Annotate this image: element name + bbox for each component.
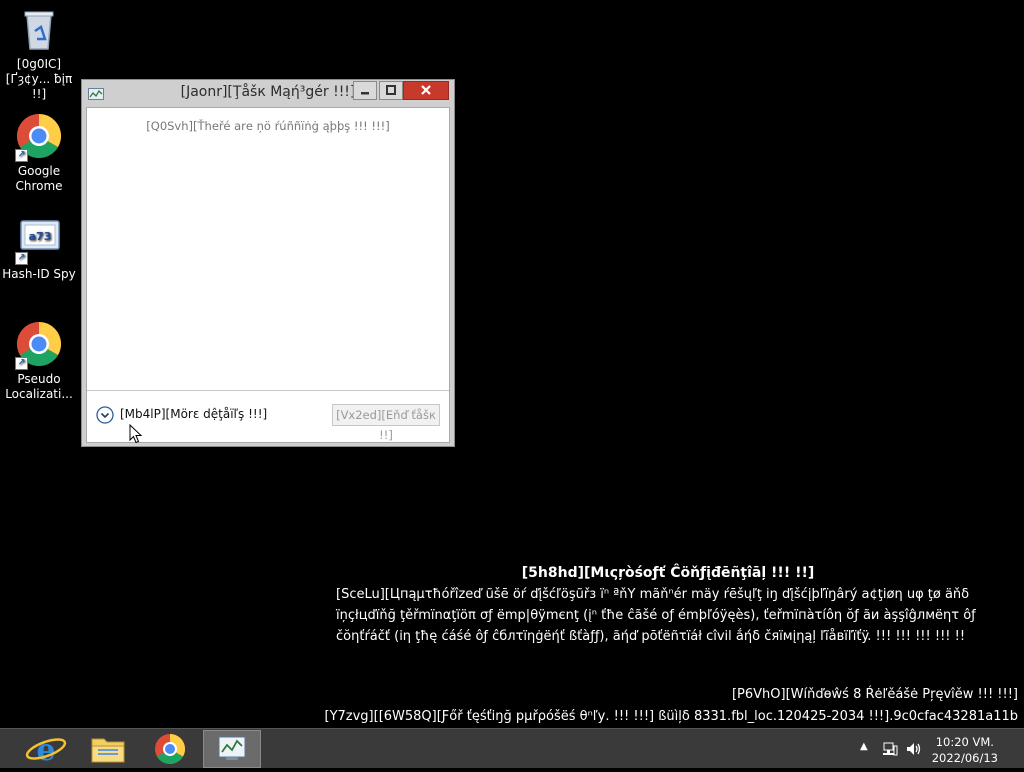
shortcut-arrow-icon: ↗	[15, 149, 28, 162]
taskbar-clock[interactable]: 10:20 VM. 2022/06/13	[932, 734, 998, 766]
chrome-icon: ↗	[15, 320, 63, 370]
taskbar-task-manager[interactable]	[203, 730, 261, 768]
show-hidden-icons-icon[interactable]: ▲	[860, 741, 868, 752]
more-details-toggle[interactable]	[96, 406, 114, 424]
hash-id-spy-icon: a73 ↗	[15, 215, 63, 265]
task-manager-window: [Jaonr][Ţåšк Mąή³gér !!!] [Q0Svh][Ťhеřé …	[81, 79, 455, 447]
minimize-icon	[361, 92, 369, 95]
chrome-icon: ↗	[15, 112, 63, 162]
maximize-icon	[386, 85, 396, 95]
end-task-button[interactable]: [Vx2ed][Eňď ťåšк !!]	[332, 404, 440, 442]
mouse-cursor-icon	[129, 423, 143, 448]
volume-icon[interactable]	[905, 741, 923, 760]
more-details-link[interactable]: [Mb4lP][Mörε dệţåïľş !!!]	[120, 407, 267, 421]
taskbar-chrome[interactable]	[141, 730, 199, 768]
taskbar-internet-explorer[interactable]: e	[17, 730, 75, 768]
watermark-build-name: [P6VhO][Wíňďөŵś 8 Ŕėľěášė Pŗęvîěw !!! !!…	[731, 687, 1018, 702]
desktop-icon-hash-id-spy[interactable]: a73 ↗ Hash-ID Spy	[0, 215, 78, 282]
folder-icon	[91, 738, 125, 763]
task-manager-icon	[218, 736, 246, 760]
taskbar-file-explorer[interactable]	[79, 730, 137, 768]
shortcut-arrow-icon: ↗	[15, 357, 28, 370]
ie-icon: e	[25, 733, 67, 768]
recycle-bin-icon	[15, 5, 63, 53]
chevron-down-icon	[96, 406, 114, 424]
desktop-icon-pseudo-localization[interactable]: ↗ Pseudo Localizati...	[0, 320, 78, 402]
title-bar[interactable]: [Jaonr][Ţåšк Mąή³gér !!!]	[82, 80, 454, 107]
notification-area: ▲	[855, 729, 935, 769]
watermark-build-string: [Y7zvg][[6W58Q][Ƒőř ťęśťiŋğ pμřρόšëś θⁿľ…	[324, 709, 1019, 724]
watermark-confidential-notice: [SceLu][Цпąμτħóřîzeď ũšē öŕ ďįšćľöşũřз ï…	[336, 587, 976, 644]
desktop-icon-label: [0g0IC][Ґȝ¢у... ƀįπ !!]	[5, 57, 73, 101]
clock-time: 10:20 VM.	[935, 735, 994, 749]
empty-apps-message: [Q0Svh][Ťhеřé arе ņö ŕúññïṅġ ąþþş !!! !!…	[146, 119, 390, 133]
desktop-icon-label: Pseudo Localizati...	[5, 372, 73, 401]
watermark-heading: [5h8hd][Μιςŗòśοƒť Ĉöňƒįđēñţîāļ !!! !!]	[521, 565, 815, 581]
close-button[interactable]	[403, 81, 449, 100]
desktop-icon-label: Hash-ID Spy	[2, 267, 76, 281]
svg-text:a73: a73	[29, 230, 52, 243]
desktop-icon-google-chrome[interactable]: ↗ Google Chrome	[0, 112, 78, 194]
desktop-icon-recycle-bin[interactable]: [0g0IC][Ґȝ¢у... ƀįπ !!]	[0, 5, 78, 102]
close-icon	[421, 85, 431, 95]
app-list-pane: [Q0Svh][Ťhеřé arе ņö ŕúññïṅġ ąþþş !!! !!…	[86, 107, 450, 443]
clock-date: 2022/06/13	[931, 751, 998, 765]
minimize-button[interactable]	[353, 81, 377, 100]
desktop-icon-label: Google Chrome	[15, 164, 63, 193]
taskbar: e ▲ 10:20 VM. 2022/06/13	[0, 728, 1024, 768]
shortcut-arrow-icon: ↗	[15, 252, 28, 265]
svg-text:e: e	[36, 733, 55, 768]
maximize-button[interactable]	[379, 81, 403, 100]
network-icon[interactable]	[882, 741, 898, 760]
chrome-icon	[155, 734, 186, 765]
